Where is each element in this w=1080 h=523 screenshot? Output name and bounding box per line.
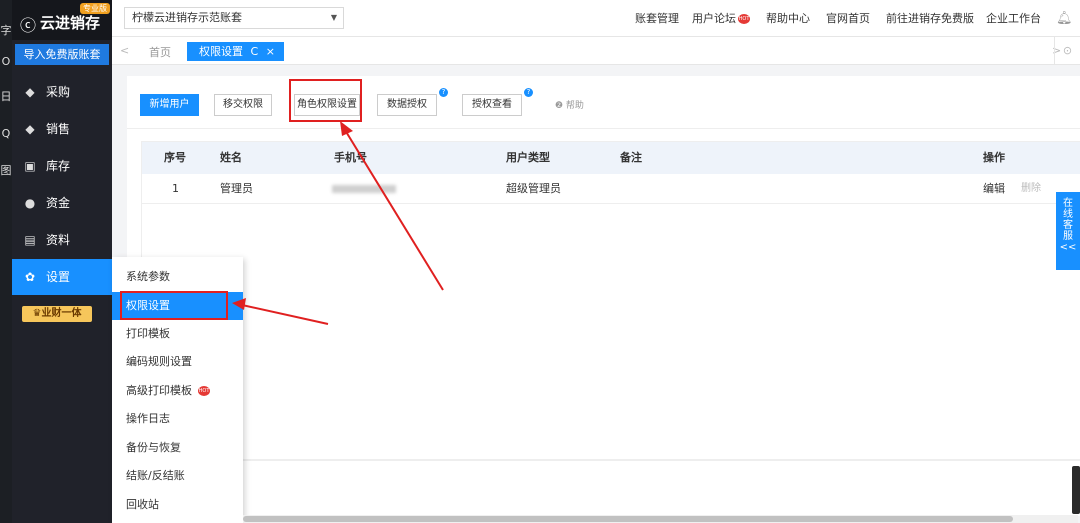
link-enterprise-workbench[interactable]: 企业工作台 bbox=[986, 0, 1041, 37]
sidebar-item-label: 资金 bbox=[46, 196, 71, 210]
cell-user-type: 超级管理员 bbox=[506, 182, 561, 195]
sidebar-item-label: 库存 bbox=[46, 159, 71, 173]
document-icon: ▤ bbox=[24, 233, 36, 247]
menu-item-backup-restore[interactable]: 备份与恢复 bbox=[112, 434, 243, 462]
sidebar-item-label: 采购 bbox=[46, 85, 71, 99]
menu-item-advanced-print-template[interactable]: 高级打印模板 HOT bbox=[112, 377, 243, 405]
logo-mark-icon: ⓒ bbox=[20, 16, 37, 35]
edge-glyph: Q bbox=[1, 127, 11, 140]
link-account-management[interactable]: 账套管理 bbox=[635, 0, 679, 37]
account-select[interactable]: 柠檬云进销存示范账套 ▼ bbox=[124, 7, 344, 29]
edge-glyph: 日 bbox=[0, 90, 12, 103]
hot-badge: HOT bbox=[198, 386, 210, 396]
sidebar-item-label: 设置 bbox=[46, 270, 71, 284]
link-help-center[interactable]: 帮助中心 bbox=[766, 0, 810, 37]
menu-item-print-template[interactable]: 打印模板 bbox=[112, 320, 243, 348]
service-char: << bbox=[1059, 242, 1077, 253]
link-user-forum[interactable]: 用户论坛 HOT bbox=[692, 0, 750, 37]
caret-down-icon: ▼ bbox=[330, 13, 337, 22]
service-char: 线 bbox=[1063, 209, 1073, 220]
column-header-user-type: 用户类型 bbox=[506, 151, 550, 164]
money-icon: ● bbox=[24, 196, 36, 210]
edge-glyph: O bbox=[1, 55, 11, 68]
user-table: 序号 姓名 手机号 用户类型 备注 操作 1 管理员 超级管理员 编辑 删除 bbox=[141, 141, 1080, 461]
close-icon[interactable]: × bbox=[266, 45, 275, 58]
column-header-phone: 手机号 bbox=[334, 151, 367, 164]
bell-icon[interactable]: 🔔︎ bbox=[1056, 0, 1073, 37]
sidebar: ⓒ 云进销存 专业版 导入免费版账套 ◆ 采购 ◆ 销售 ▣ 库存 ● 资金 ▤… bbox=[12, 0, 112, 523]
cell-name: 管理员 bbox=[220, 182, 253, 195]
data-authorization-button[interactable]: 数据授权 bbox=[377, 94, 437, 116]
divider bbox=[127, 128, 1080, 129]
link-user-forum-label: 用户论坛 bbox=[692, 12, 736, 25]
service-char: 客 bbox=[1063, 220, 1073, 231]
link-free-edition[interactable]: 前往进销存免费版 bbox=[886, 0, 974, 37]
edit-link[interactable]: 编辑 bbox=[983, 174, 1005, 204]
column-header-name: 姓名 bbox=[220, 151, 242, 164]
edge-glyph: 图 bbox=[0, 164, 12, 177]
tab-label: 权限设置 bbox=[199, 45, 243, 58]
online-service-tab[interactable]: 在 线 客 服 << bbox=[1056, 192, 1080, 270]
menu-item-operation-log[interactable]: 操作日志 bbox=[112, 405, 243, 433]
sidebar-item-purchase[interactable]: ◆ 采购 bbox=[12, 74, 112, 110]
top-bar: 柠檬云进销存示范账套 ▼ 账套管理 用户论坛 HOT 帮助中心 官网首页 前往进销… bbox=[112, 0, 1080, 37]
annotation-highlight-box bbox=[289, 79, 362, 122]
horizontal-scrollbar[interactable] bbox=[243, 515, 1078, 523]
warehouse-icon: ▣ bbox=[24, 159, 36, 173]
question-icon[interactable]: ? bbox=[439, 88, 448, 97]
service-char: 服 bbox=[1063, 231, 1073, 242]
menu-item-close-period[interactable]: 结账/反结账 bbox=[112, 462, 243, 490]
vip-badge[interactable]: ♛业财一体 bbox=[22, 306, 92, 322]
tab-permission-settings[interactable]: 权限设置 C × bbox=[187, 42, 284, 61]
menu-item-system-params[interactable]: 系统参数 bbox=[112, 263, 243, 291]
account-select-value: 柠檬云进销存示范账套 bbox=[132, 11, 242, 24]
menu-item-label: 高级打印模板 bbox=[126, 384, 192, 397]
divider bbox=[141, 459, 1080, 460]
table-row: 1 管理员 超级管理员 编辑 删除 bbox=[142, 174, 1080, 204]
column-header-note: 备注 bbox=[620, 151, 642, 164]
cell-index: 1 bbox=[172, 182, 179, 195]
refresh-icon[interactable]: C bbox=[251, 45, 259, 58]
bag-icon: ◆ bbox=[25, 85, 35, 99]
transfer-permission-button[interactable]: 移交权限 bbox=[214, 94, 272, 116]
column-header-index: 序号 bbox=[164, 151, 186, 164]
column-header-actions: 操作 bbox=[983, 151, 1005, 164]
hot-badge: HOT bbox=[738, 14, 750, 24]
import-free-account-button[interactable]: 导入免费版账套 bbox=[15, 44, 109, 65]
sidebar-item-inventory[interactable]: ▣ 库存 bbox=[12, 148, 112, 184]
redacted-phone bbox=[332, 185, 396, 193]
sidebar-item-settings[interactable]: ✿ 设置 bbox=[12, 259, 112, 295]
table-header: 序号 姓名 手机号 用户类型 备注 操作 bbox=[142, 142, 1080, 174]
tab-menu-icon[interactable]: ⊙ bbox=[1054, 37, 1080, 65]
sidebar-item-label: 资料 bbox=[46, 233, 71, 247]
help-link[interactable]: ❷ 帮助 bbox=[555, 98, 584, 111]
edge-glyph: 字 bbox=[0, 24, 12, 37]
annotation-highlight-box bbox=[120, 291, 228, 320]
service-char: 在 bbox=[1063, 198, 1073, 209]
tab-home[interactable]: 首页 bbox=[149, 44, 171, 60]
question-icon[interactable]: ? bbox=[524, 88, 533, 97]
authorization-view-button[interactable]: 授权查看 bbox=[462, 94, 522, 116]
sidebar-item-data[interactable]: ▤ 资料 bbox=[12, 222, 112, 258]
logo-name: 云进销存 bbox=[40, 14, 101, 32]
tab-prev-arrow-icon[interactable]: < bbox=[120, 44, 129, 57]
logo: ⓒ 云进销存 专业版 bbox=[12, 0, 112, 40]
left-edge-strip: 字 O 日 Q 图 bbox=[0, 0, 12, 523]
edition-badge: 专业版 bbox=[80, 3, 110, 14]
main-content: 新增用户 移交权限 角色权限设置 数据授权 ? 授权查看 ? ❷ 帮助 序号 姓… bbox=[127, 76, 1080, 516]
scrollbar-thumb[interactable] bbox=[243, 516, 1013, 522]
sidebar-item-label: 销售 bbox=[46, 122, 71, 136]
tag-icon: ◆ bbox=[25, 122, 35, 136]
sidebar-item-sales[interactable]: ◆ 销售 bbox=[12, 111, 112, 147]
menu-item-recycle-bin[interactable]: 回收站 bbox=[112, 491, 243, 519]
gear-icon: ✿ bbox=[24, 270, 36, 284]
tab-bar: < 首页 权限设置 C × > ⊙ bbox=[112, 37, 1080, 65]
link-official-home[interactable]: 官网首页 bbox=[826, 0, 870, 37]
menu-item-code-rules[interactable]: 编码规则设置 bbox=[112, 348, 243, 376]
delete-link[interactable]: 删除 bbox=[1021, 174, 1041, 204]
side-widget[interactable] bbox=[1072, 466, 1080, 514]
add-user-button[interactable]: 新增用户 bbox=[140, 94, 199, 116]
sidebar-item-funds[interactable]: ● 资金 bbox=[12, 185, 112, 221]
